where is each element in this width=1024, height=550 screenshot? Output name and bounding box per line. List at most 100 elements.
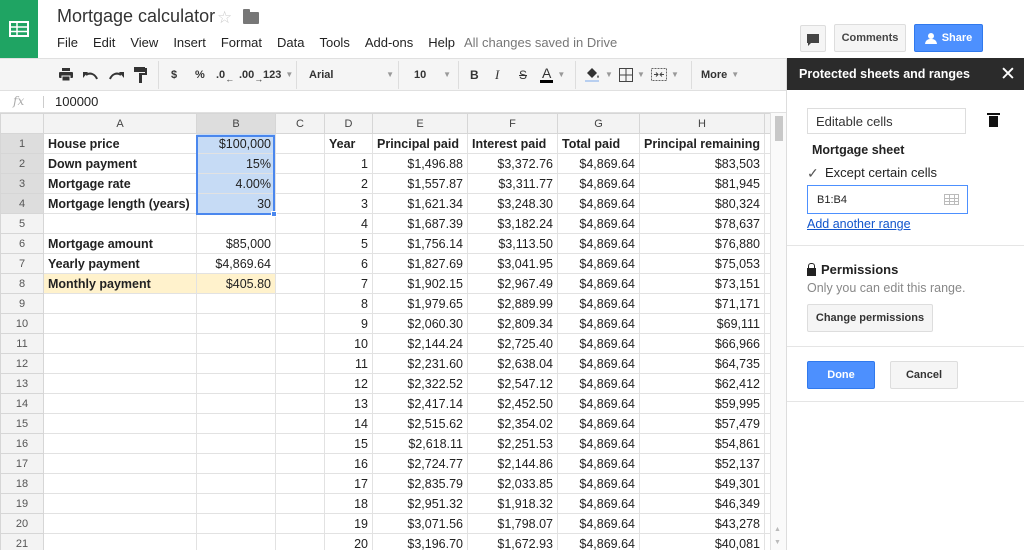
cell-b17[interactable]: [196, 453, 276, 474]
merge-cells-button[interactable]: ▼: [651, 59, 679, 90]
cell-a4[interactable]: Mortgage length (years): [43, 193, 197, 214]
paint-format-button[interactable]: [134, 59, 147, 90]
cell-d11[interactable]: 10: [324, 333, 373, 354]
strikethrough-button[interactable]: S: [519, 59, 527, 90]
cell-e13[interactable]: $2,322.52: [372, 373, 468, 394]
cell-a6[interactable]: Mortgage amount: [43, 233, 197, 254]
cell-d17[interactable]: 16: [324, 453, 373, 474]
cell-g1[interactable]: Total paid: [557, 133, 640, 154]
cell-f12[interactable]: $2,638.04: [467, 353, 558, 374]
trash-icon[interactable]: [987, 113, 1000, 127]
cell-h20[interactable]: $43,278: [638, 513, 766, 534]
cell-b3[interactable]: 4.00%: [196, 173, 276, 194]
cell-d20[interactable]: 19: [324, 513, 373, 534]
cell-h3[interactable]: $81,945: [638, 173, 766, 194]
cell-g3[interactable]: $4,869.64: [557, 173, 640, 194]
row-header[interactable]: 2: [0, 153, 44, 174]
borders-button[interactable]: ▼: [619, 59, 645, 90]
cell-b1[interactable]: $100,000: [196, 133, 276, 154]
cell-f21[interactable]: $1,672.93: [467, 533, 558, 550]
cell-a1[interactable]: House price: [43, 133, 197, 154]
cell-g7[interactable]: $4,869.64: [557, 253, 640, 274]
cell-d9[interactable]: 8: [324, 293, 373, 314]
decrease-decimal-button[interactable]: .0 ←: [216, 59, 234, 90]
cell-g8[interactable]: $4,869.64: [557, 273, 640, 294]
row-header[interactable]: 7: [0, 253, 44, 274]
menu-tools[interactable]: Tools: [319, 35, 349, 50]
print-button[interactable]: [59, 59, 73, 90]
cell-h1[interactable]: Principal remaining: [638, 133, 766, 154]
cell-d1[interactable]: Year: [324, 133, 373, 154]
cell-b7[interactable]: $4,869.64: [196, 253, 276, 274]
range-input[interactable]: B1:B4: [807, 185, 968, 214]
cell-c12[interactable]: [275, 353, 325, 374]
cell-c19[interactable]: [275, 493, 325, 514]
cell-b18[interactable]: [196, 473, 276, 494]
column-header-b[interactable]: B: [196, 113, 276, 134]
cell-c2[interactable]: [275, 153, 325, 174]
cell-g14[interactable]: $4,869.64: [557, 393, 640, 414]
cell-a21[interactable]: [43, 533, 197, 550]
checkmark-icon[interactable]: ✓: [807, 166, 821, 180]
cell-d19[interactable]: 18: [324, 493, 373, 514]
cell-b15[interactable]: [196, 413, 276, 434]
cell-e19[interactable]: $2,951.32: [372, 493, 468, 514]
cell-c5[interactable]: [275, 213, 325, 234]
cell-c18[interactable]: [275, 473, 325, 494]
column-header-f[interactable]: F: [467, 113, 558, 134]
cell-h9[interactable]: $71,171: [638, 293, 766, 314]
row-header[interactable]: 6: [0, 233, 44, 254]
cell-a16[interactable]: [43, 433, 197, 454]
cell-b11[interactable]: [196, 333, 276, 354]
cell-a12[interactable]: [43, 353, 197, 374]
row-header[interactable]: 9: [0, 293, 44, 314]
cell-f10[interactable]: $2,809.34: [467, 313, 558, 334]
cell-e14[interactable]: $2,417.14: [372, 393, 468, 414]
cell-b8[interactable]: $405.80: [196, 273, 276, 294]
cell-a2[interactable]: Down payment: [43, 153, 197, 174]
folder-icon[interactable]: [243, 9, 259, 24]
menu-addons[interactable]: Add-ons: [365, 35, 413, 50]
cell-f20[interactable]: $1,798.07: [467, 513, 558, 534]
cell-b20[interactable]: [196, 513, 276, 534]
cell-g12[interactable]: $4,869.64: [557, 353, 640, 374]
cell-f11[interactable]: $2,725.40: [467, 333, 558, 354]
except-certain-cells-checkbox[interactable]: ✓ Except certain cells: [807, 165, 937, 180]
cell-e8[interactable]: $1,902.15: [372, 273, 468, 294]
cell-h7[interactable]: $75,053: [638, 253, 766, 274]
cell-h5[interactable]: $78,637: [638, 213, 766, 234]
cell-e9[interactable]: $1,979.65: [372, 293, 468, 314]
add-another-range-link[interactable]: Add another range: [807, 217, 911, 231]
cell-e6[interactable]: $1,756.14: [372, 233, 468, 254]
cell-d13[interactable]: 12: [324, 373, 373, 394]
row-header[interactable]: 3: [0, 173, 44, 194]
cell-b9[interactable]: [196, 293, 276, 314]
cell-b14[interactable]: [196, 393, 276, 414]
sheets-logo[interactable]: [0, 0, 38, 58]
cell-g17[interactable]: $4,869.64: [557, 453, 640, 474]
cell-f2[interactable]: $3,372.76: [467, 153, 558, 174]
cell-d7[interactable]: 6: [324, 253, 373, 274]
done-button[interactable]: Done: [807, 361, 875, 389]
row-header[interactable]: 19: [0, 493, 44, 514]
cell-h4[interactable]: $80,324: [638, 193, 766, 214]
cell-c4[interactable]: [275, 193, 325, 214]
cell-d15[interactable]: 14: [324, 413, 373, 434]
cell-a17[interactable]: [43, 453, 197, 474]
cell-b21[interactable]: [196, 533, 276, 550]
cell-e3[interactable]: $1,557.87: [372, 173, 468, 194]
cell-b6[interactable]: $85,000: [196, 233, 276, 254]
cell-g9[interactable]: $4,869.64: [557, 293, 640, 314]
currency-format-button[interactable]: $: [171, 59, 177, 90]
cell-d16[interactable]: 15: [324, 433, 373, 454]
cell-f17[interactable]: $2,144.86: [467, 453, 558, 474]
corner-cell[interactable]: [0, 113, 44, 134]
cell-c13[interactable]: [275, 373, 325, 394]
row-header[interactable]: 11: [0, 333, 44, 354]
cell-d12[interactable]: 11: [324, 353, 373, 374]
column-header-c[interactable]: C: [275, 113, 325, 134]
formula-input[interactable]: 100000: [55, 94, 98, 109]
row-header[interactable]: 18: [0, 473, 44, 494]
cell-d2[interactable]: 1: [324, 153, 373, 174]
cell-d14[interactable]: 13: [324, 393, 373, 414]
